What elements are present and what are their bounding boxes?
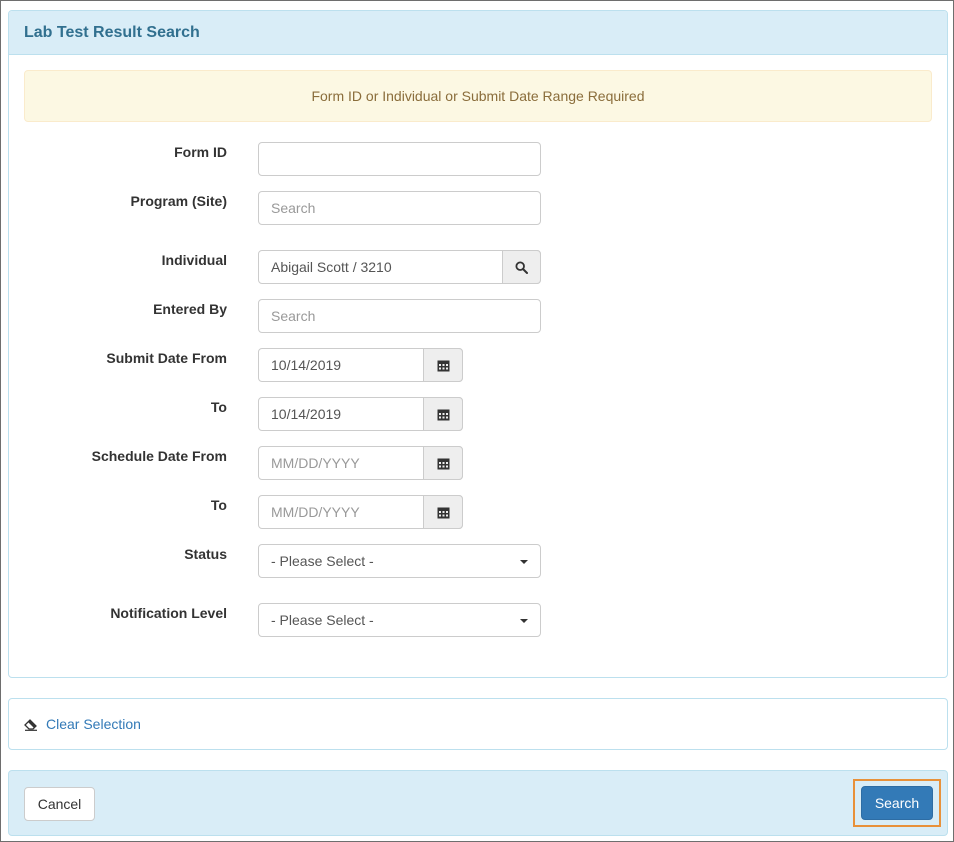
program-input[interactable]: Search <box>258 191 541 225</box>
submit-date-from-label: Submit Date From <box>106 350 227 366</box>
chevron-down-icon <box>520 560 528 564</box>
submit-date-from-input[interactable]: 10/14/2019 <box>258 348 463 382</box>
entered-by-input[interactable]: Search <box>258 299 541 333</box>
notification-level-selected: - Please Select - <box>271 612 374 628</box>
panel-heading: Lab Test Result Search <box>9 11 947 55</box>
search-icon <box>515 260 528 274</box>
entered-by-placeholder: Search <box>271 308 316 324</box>
submit-date-to-value: 10/14/2019 <box>271 406 342 422</box>
calendar-icon <box>437 360 449 371</box>
individual-search-button[interactable] <box>502 250 541 284</box>
schedule-date-from-input[interactable]: MM/DD/YYYY <box>258 446 463 480</box>
submit-date-to-calendar-button[interactable] <box>423 397 463 431</box>
individual-label: Individual <box>161 252 227 268</box>
schedule-date-from-placeholder: MM/DD/YYYY <box>271 455 360 471</box>
panel-title: Lab Test Result Search <box>24 24 200 41</box>
submit-date-from-value: 10/14/2019 <box>271 357 342 373</box>
notification-level-label: Notification Level <box>110 605 227 621</box>
program-label: Program (Site) <box>130 193 227 209</box>
individual-value: Abigail Scott / 3210 <box>271 259 392 275</box>
calendar-icon <box>437 409 449 420</box>
individual-input[interactable]: Abigail Scott / 3210 <box>258 250 541 284</box>
calendar-icon <box>437 507 449 518</box>
schedule-date-from-calendar-button[interactable] <box>423 446 463 480</box>
schedule-date-to-calendar-button[interactable] <box>423 495 463 529</box>
clear-selection-link[interactable]: Clear Selection <box>24 716 141 732</box>
schedule-date-to-input[interactable]: MM/DD/YYYY <box>258 495 463 529</box>
form-id-input[interactable] <box>258 142 541 176</box>
search-panel: Lab Test Result Search Form ID or Indivi… <box>8 10 948 678</box>
entered-by-label: Entered By <box>153 301 227 317</box>
form-id-label: Form ID <box>174 144 227 160</box>
required-alert: Form ID or Individual or Submit Date Ran… <box>24 70 932 122</box>
submit-date-from-calendar-button[interactable] <box>423 348 463 382</box>
notification-level-select[interactable]: - Please Select - <box>258 603 541 637</box>
footer-bar: Cancel Search <box>8 770 948 836</box>
schedule-date-to-label: To <box>210 497 227 513</box>
schedule-date-to-placeholder: MM/DD/YYYY <box>271 504 360 520</box>
schedule-date-from-label: Schedule Date From <box>91 448 227 464</box>
submit-date-to-label: To <box>210 399 227 415</box>
program-placeholder: Search <box>271 200 316 216</box>
cancel-button[interactable]: Cancel <box>24 787 95 821</box>
chevron-down-icon <box>520 619 528 623</box>
clear-selection-label: Clear Selection <box>46 716 141 732</box>
status-label: Status <box>184 546 227 562</box>
search-button[interactable]: Search <box>861 786 933 820</box>
calendar-icon <box>437 458 449 469</box>
clear-panel: Clear Selection <box>8 698 948 750</box>
status-select[interactable]: - Please Select - <box>258 544 541 578</box>
eraser-icon <box>24 718 37 731</box>
submit-date-to-input[interactable]: 10/14/2019 <box>258 397 463 431</box>
status-selected: - Please Select - <box>271 553 374 569</box>
